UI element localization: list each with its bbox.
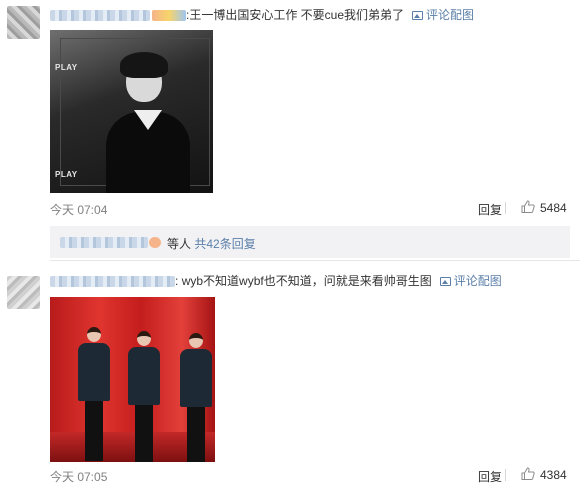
comment-item: : wyb不知道wybf也不知道，问就是来看帅哥生图 评论配图 今天 07:05 … [0, 0, 580, 490]
picture-icon [439, 277, 451, 286]
comment-timestamp: 今天 07:05 [50, 470, 108, 484]
photo-figure-head [137, 331, 151, 346]
comment-line: : wyb不知道wybf也不知道，问就是来看帅哥生图 评论配图 [50, 272, 502, 289]
comment-picture-link[interactable]: 评论配图 [439, 274, 502, 288]
username-blurred[interactable] [50, 276, 175, 288]
photo-figure [128, 331, 160, 462]
reply-button[interactable]: 回复 [478, 468, 502, 485]
photo-figure-head [189, 333, 203, 348]
photo-figure [180, 333, 212, 462]
photo-figure-legs [187, 407, 205, 462]
avatar[interactable] [7, 276, 40, 309]
comment-photo[interactable] [50, 297, 215, 462]
like-count: 4384 [540, 468, 567, 482]
thumbs-up-icon[interactable] [521, 467, 535, 480]
comment-text: wyb不知道wybf也不知道，问就是来看帅哥生图 [181, 274, 432, 288]
photo-figure-suit [128, 347, 160, 405]
action-separator [505, 469, 506, 481]
photo-figure-legs [85, 401, 103, 461]
photo-figure [78, 327, 110, 461]
photo-figure-suit [180, 349, 212, 407]
photo-figure-legs [135, 405, 153, 462]
photo-figure-head [87, 327, 101, 342]
photo-figure-suit [78, 343, 110, 401]
comment-colon: : [175, 274, 179, 288]
comment-picture-label: 评论配图 [453, 274, 502, 288]
